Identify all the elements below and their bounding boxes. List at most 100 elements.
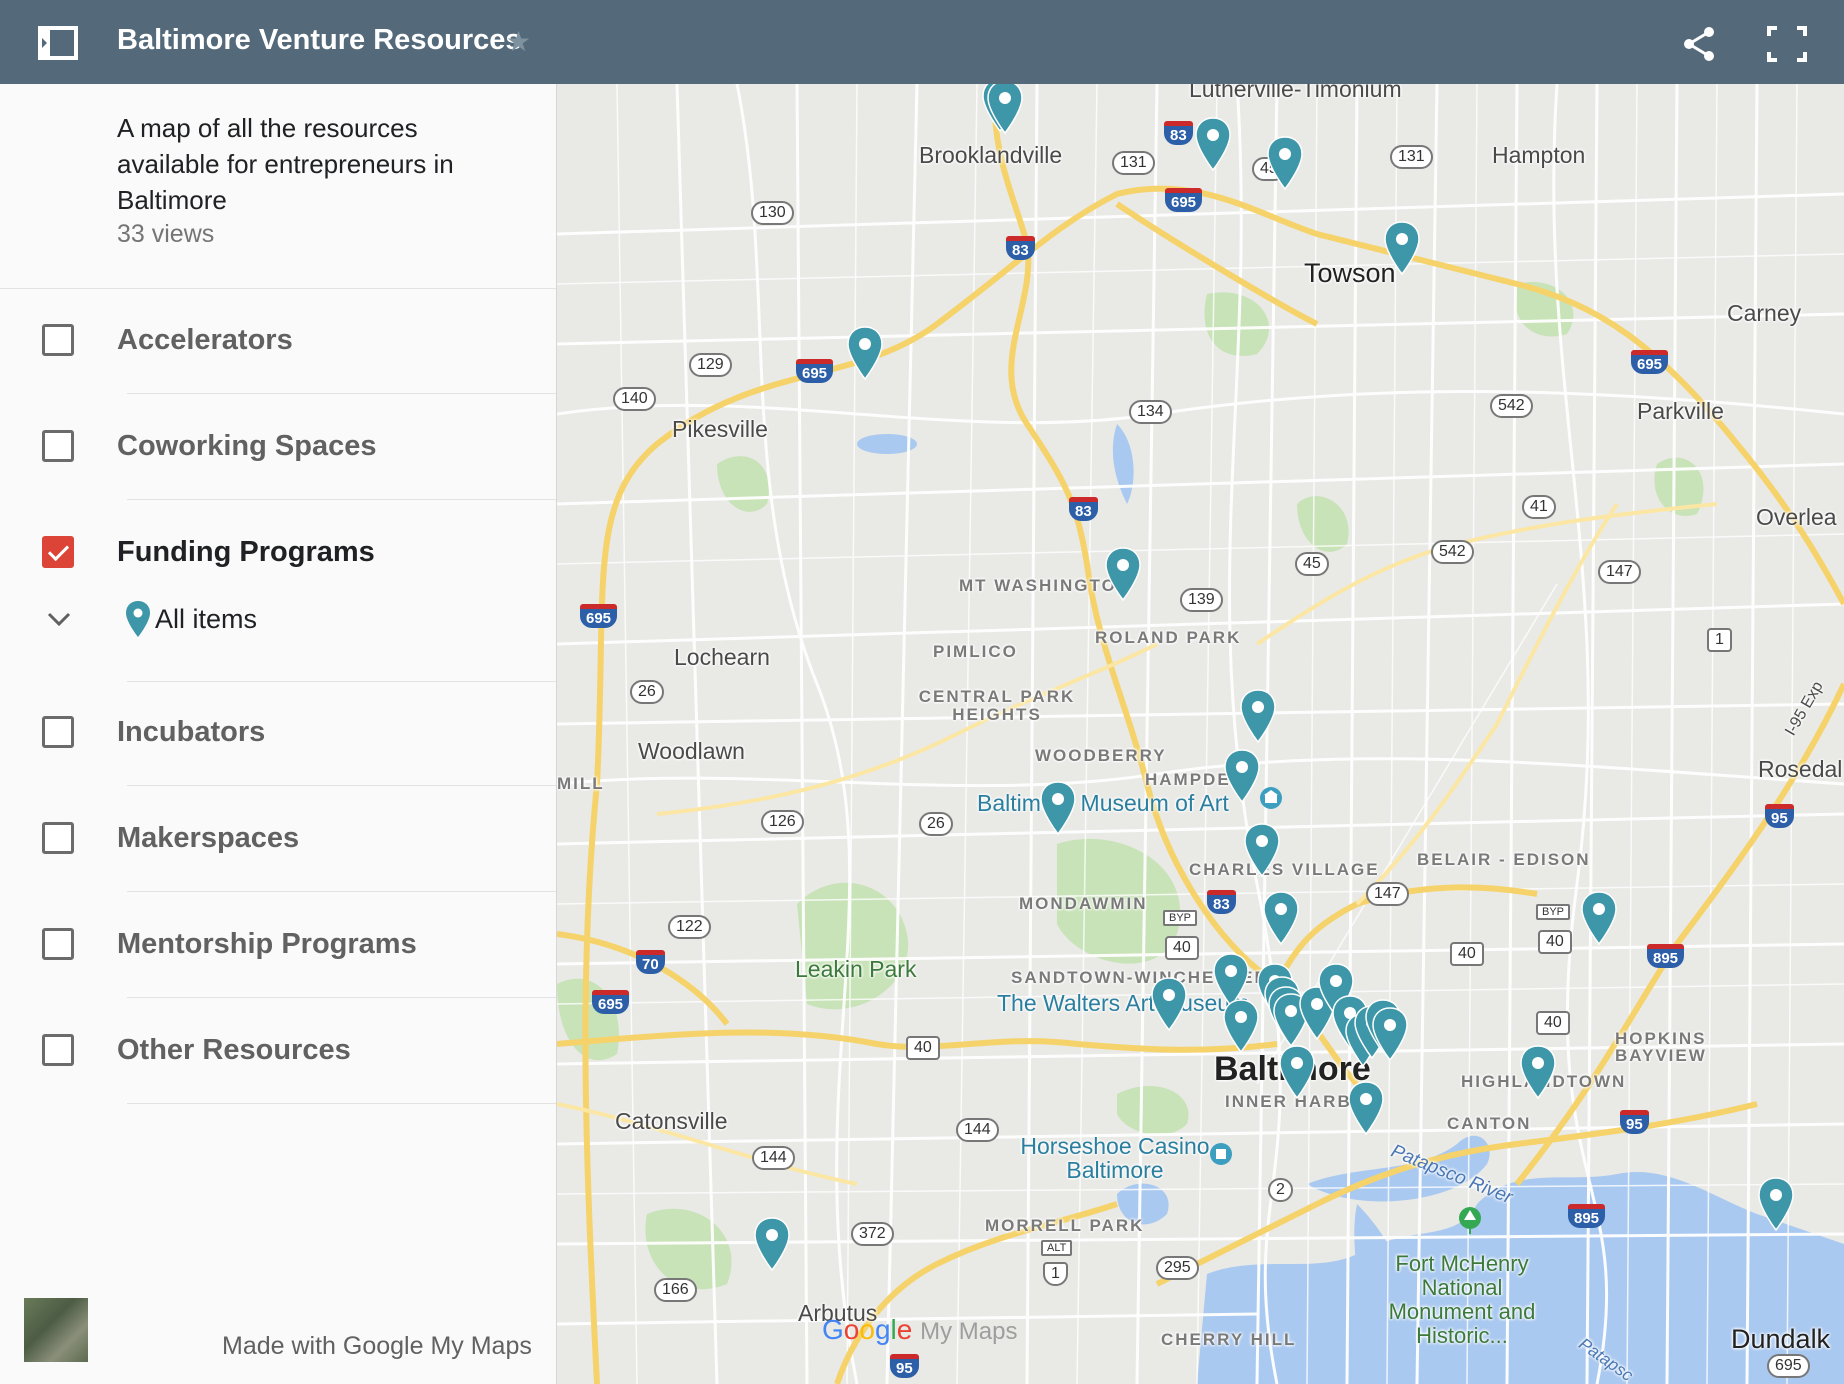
map-pin-marker[interactable] (1277, 1044, 1317, 1100)
route-shield: 40 (1536, 1011, 1570, 1035)
interstate-shield: 95 (1620, 1110, 1649, 1134)
poi-label[interactable]: Baltimore Museum of Art (977, 790, 1229, 817)
layer-checkbox-checked[interactable] (42, 536, 74, 568)
map-pin-marker[interactable] (1382, 220, 1422, 276)
map-base (557, 84, 1844, 1384)
neighborhood-label: PIMLICO (933, 642, 1018, 661)
layer-checkbox[interactable] (42, 928, 74, 960)
layer-checkbox[interactable] (42, 430, 74, 462)
map-pin-marker[interactable] (1346, 1080, 1386, 1136)
neighborhood-label: WOODBERRY (1035, 746, 1167, 765)
route-shield: 147 (1598, 560, 1641, 584)
map-pin-marker[interactable] (1756, 1176, 1796, 1232)
layer-label: Accelerators (117, 324, 293, 356)
route-shield: 166 (654, 1278, 697, 1302)
park-tree-icon[interactable] (1457, 1206, 1483, 1236)
place-label: Woodlawn (638, 738, 745, 764)
map-pin-marker[interactable] (1579, 890, 1619, 946)
map-pin-marker[interactable] (1222, 748, 1262, 804)
route-shield: 126 (761, 810, 804, 834)
neighborhood-label: CANTON (1447, 1114, 1532, 1133)
map-pin-marker[interactable] (1038, 780, 1078, 836)
sublayer-label[interactable]: All items (155, 604, 257, 635)
map-pin-marker[interactable] (845, 325, 885, 381)
map-pin-marker[interactable] (1221, 998, 1261, 1054)
layer-mentorship-programs[interactable]: Mentorship Programs (0, 894, 556, 998)
map-pin-marker[interactable] (1149, 976, 1189, 1032)
route-shield: 122 (668, 915, 711, 939)
neighborhood-label: MORRELL PARK (985, 1216, 1145, 1235)
layer-label: Incubators (117, 716, 266, 748)
neighborhood-label: MILL (557, 774, 605, 793)
neighborhood-label: BELAIR - EDISON (1417, 850, 1591, 869)
map-pin-marker[interactable] (1103, 546, 1143, 602)
map-description: A map of all the resources available for… (117, 113, 454, 215)
divider (127, 499, 556, 500)
route-shield: BYP (1536, 904, 1571, 920)
place-label: Lochearn (674, 644, 770, 670)
route-shield: 41 (1522, 495, 1556, 519)
map-pin-marker[interactable] (752, 1216, 792, 1272)
map-pin-marker[interactable] (1193, 116, 1233, 172)
route-shield: 542 (1490, 394, 1533, 418)
layer-label: Other Resources (117, 1034, 351, 1066)
sublayer-all-items[interactable]: All items (0, 590, 556, 650)
route-shield: ALT (1041, 1240, 1073, 1256)
layer-other-resources[interactable]: Other Resources (0, 1000, 556, 1104)
toggle-panel-icon[interactable] (30, 20, 90, 66)
map-pin-marker[interactable] (1370, 1006, 1410, 1062)
interstate-shield: 695 (592, 990, 630, 1014)
star-icon[interactable]: ★ (506, 25, 531, 58)
header-bar: Baltimore Venture Resources ★ (0, 0, 1844, 84)
made-with-label: Made with Google My Maps (222, 1332, 532, 1360)
route-shield: 140 (613, 387, 656, 411)
route-shield: 542 (1431, 540, 1474, 564)
route-shield: 144 (752, 1146, 795, 1170)
place-label: Carney (1727, 300, 1802, 326)
map-pin-marker[interactable] (1265, 135, 1305, 191)
map-canvas[interactable]: Lutherville-Timonium Brooklandville Hamp… (557, 84, 1844, 1384)
interstate-shield: 695 (1631, 350, 1669, 374)
map-pin-marker[interactable] (985, 84, 1025, 135)
divider (127, 891, 556, 892)
park-label[interactable]: Fort McHenry National Monument and Histo… (1387, 1252, 1537, 1348)
chevron-down-icon[interactable] (44, 604, 74, 634)
interstate-shield: 695 (796, 359, 834, 383)
map-pin-marker[interactable] (1238, 688, 1278, 744)
layer-coworking-spaces[interactable]: Coworking Spaces (0, 396, 556, 500)
place-label: Pikesville (672, 416, 768, 442)
share-icon[interactable] (1680, 24, 1720, 64)
route-shield: 147 (1366, 882, 1409, 906)
layer-makerspaces[interactable]: Makerspaces (0, 788, 556, 892)
layer-checkbox[interactable] (42, 324, 74, 356)
neighborhood-label: MONDAWMIN (1019, 894, 1148, 913)
map-pin-marker[interactable] (1518, 1044, 1558, 1100)
museum-icon[interactable] (1259, 786, 1283, 810)
layer-label: Coworking Spaces (117, 430, 377, 462)
layer-label: Mentorship Programs (117, 928, 417, 960)
casino-icon[interactable] (1209, 1142, 1233, 1166)
map-pin-marker[interactable] (1261, 890, 1301, 946)
route-shield: 134 (1129, 400, 1172, 424)
route-shield: 295 (1156, 1256, 1199, 1280)
layer-accelerators[interactable]: Accelerators (0, 290, 556, 394)
route-shield: 26 (630, 680, 664, 704)
divider (127, 1103, 556, 1104)
route-shield: 131 (1390, 145, 1433, 169)
route-shield: 695 (1767, 1354, 1810, 1378)
layer-checkbox[interactable] (42, 1034, 74, 1066)
park-label[interactable]: Leakin Park (795, 956, 916, 983)
fullscreen-icon[interactable] (1765, 24, 1809, 64)
layer-checkbox[interactable] (42, 716, 74, 748)
layer-label: Makerspaces (117, 822, 300, 854)
map-pin-marker[interactable] (1242, 822, 1282, 878)
interstate-shield: 95 (1765, 804, 1794, 828)
basemap-thumbnail[interactable] (24, 1298, 88, 1362)
layer-checkbox[interactable] (42, 822, 74, 854)
divider (127, 997, 556, 998)
place-label: Catonsville (615, 1108, 728, 1134)
poi-label[interactable]: Horseshoe Casino Baltimore (1015, 1134, 1215, 1182)
layer-incubators[interactable]: Incubators (0, 682, 556, 786)
layer-funding-programs[interactable]: Funding Programs All items (0, 502, 556, 682)
map-pin-icon (126, 601, 150, 637)
